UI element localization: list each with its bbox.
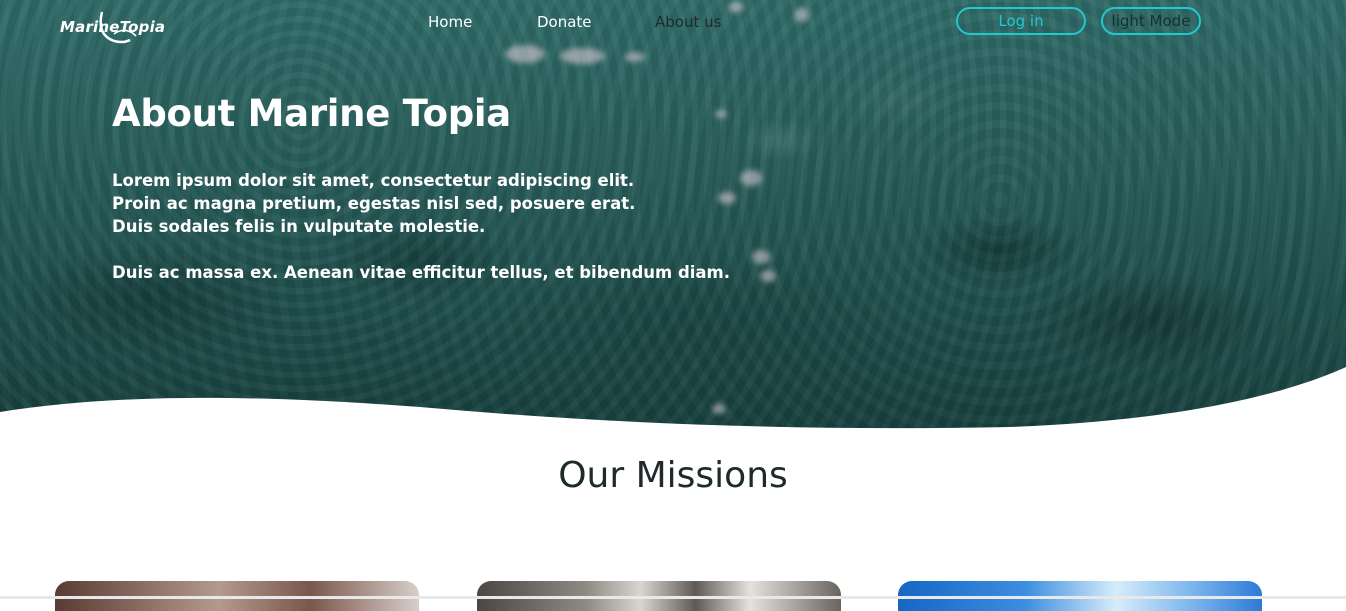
light-sparkle [625,52,645,62]
missions-heading: Our Missions [558,455,788,496]
nav-donate-link[interactable]: Donate [537,13,592,31]
hero-paragraph-line: Duis sodales felis in vulputate molestie… [112,217,486,236]
fin-icon [99,11,137,44]
nav-home-link[interactable]: Home [428,13,472,31]
light-sparkle [560,48,605,64]
nav-about-link[interactable]: About us [655,13,721,31]
light-sparkle [795,8,809,22]
hero-title: About Marine Topia [112,92,511,135]
light-sparkle [505,45,545,63]
hero-paragraph-line: Lorem ipsum dolor sit amet, consectetur … [112,171,635,190]
hero-description: Lorem ipsum dolor sit amet, consectetur … [112,169,752,284]
light-sparkle [760,270,776,282]
light-sparkle [715,110,727,118]
light-sparkle [728,2,744,12]
login-button[interactable]: Log in [956,7,1086,35]
hero-wave-divider [0,367,1346,430]
light-sparkle [752,250,770,264]
hero-paragraph-line: Duis ac massa ex. Aenean vitae efficitur… [112,263,731,282]
light-mode-toggle[interactable]: light Mode [1101,7,1201,35]
hero-paragraph-line: Proin ac magna pretium, egestas nisl sed… [112,194,636,213]
